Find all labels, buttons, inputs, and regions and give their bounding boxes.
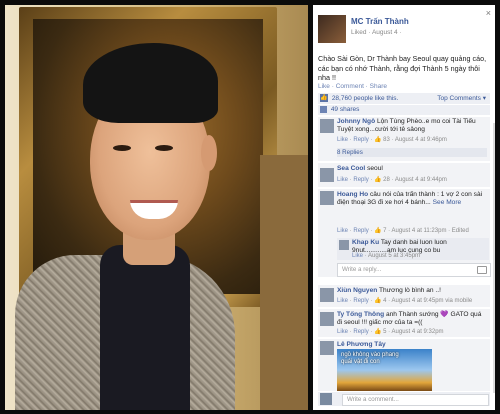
commenter-avatar[interactable] <box>320 191 334 205</box>
replier-avatar[interactable] <box>339 240 349 250</box>
comment-stats: · 👍 28 · August 4 at 9:44pm <box>370 177 447 183</box>
shares-count[interactable]: 49 shares <box>331 106 360 113</box>
thumbs-up-icon: 👍 <box>320 94 328 103</box>
comment: Hoang Ho câu nói của trấn thành : 1 vợ 2… <box>318 189 491 277</box>
poster-name[interactable]: MC Trấn Thành <box>351 17 409 26</box>
comment-input[interactable]: Write a comment... <box>342 394 489 406</box>
user-avatar <box>320 393 332 405</box>
like-link[interactable]: Like <box>337 177 348 183</box>
comment-stats: · 👍 83 · August 4 at 9:46pm <box>370 137 447 143</box>
see-more-link[interactable]: See More <box>433 199 462 206</box>
like-link[interactable]: Like <box>337 329 348 335</box>
shirt <box>100 245 190 410</box>
share-icon <box>320 105 327 113</box>
reply-link[interactable]: Reply <box>353 228 368 234</box>
comment: Sea Cool seoul Like · Reply · 👍 28 · Aug… <box>318 163 490 187</box>
commenter-name[interactable]: Hoang Ho <box>337 191 368 198</box>
comment-body: Hoang Ho câu nói của trấn thành : 1 vợ 2… <box>337 191 487 207</box>
comment-stats: · 👍 4 · August 4 at 9:45pm via mobile <box>370 298 473 304</box>
ear <box>201 135 217 171</box>
image-caption: ngồ không vào phang quái vật đi con <box>341 352 399 365</box>
poster-meta: Liked · August 4 · <box>351 29 402 36</box>
comment-meta: Like · Reply · 👍 83 · August 4 at 9:46pm <box>337 137 447 143</box>
commenter-name[interactable]: Ty Tống Thông <box>337 311 384 318</box>
replier-name[interactable]: Khap Ku <box>352 239 379 246</box>
comment-body: Sea Cool seoul <box>337 165 487 173</box>
commenter-avatar[interactable] <box>320 341 334 355</box>
comment-stats: · 👍 5 · August 4 at 9:32pm <box>370 329 444 335</box>
reply-link[interactable]: Reply <box>353 177 368 183</box>
photo <box>5 5 308 410</box>
comment-text: Thương lò bình an ..! <box>379 287 441 294</box>
post-header: MC Trấn Thành Liked · August 4 · <box>318 15 490 45</box>
comment-body: Ty Tống Thông anh Thành sướng 💜 GATO quá… <box>337 311 487 327</box>
likes-bar: 👍 28,760 people like this. Top Comments … <box>318 93 490 104</box>
comment-body: Johnny Ngô Lộn Tùng Phèo..e mo coi Tài T… <box>337 118 487 134</box>
photo-viewer: × MC Trấn Thành Liked · August 4 · Chào … <box>0 0 500 414</box>
write-comment-bar: Write a comment... <box>318 392 490 406</box>
post-actions[interactable]: Like · Comment · Share <box>318 83 387 90</box>
like-link[interactable]: Like <box>337 298 348 304</box>
scrollbar[interactable] <box>493 123 495 393</box>
comment: Lê Phương Tây ngồ không vào phang quái v… <box>318 339 490 391</box>
commenter-avatar[interactable] <box>320 288 334 302</box>
reply-link[interactable]: Reply <box>353 298 368 304</box>
like-link[interactable]: Like <box>337 228 348 234</box>
comment-meta: Like · Reply · 👍 4 · August 4 at 9:45pm … <box>337 298 473 304</box>
reply-input[interactable]: Write a reply... <box>337 263 491 277</box>
poster-avatar[interactable] <box>318 15 346 43</box>
commenter-name[interactable]: Lê Phương Tây <box>337 341 386 348</box>
left-eye <box>113 145 131 151</box>
reply: Khap Ku Tay danh bai luon luon 9nut.....… <box>337 238 489 260</box>
commenter-avatar[interactable] <box>320 312 334 326</box>
reply-placeholder: Write a reply... <box>342 266 382 273</box>
view-replies-link[interactable]: 8 Replies <box>337 148 487 157</box>
comment-image[interactable]: ngồ không vào phang quái vật đi con <box>337 349 432 391</box>
reply-stats: · August 5 at 3:45pm <box>364 253 421 259</box>
comment-body: Lê Phương Tây <box>337 341 487 349</box>
comment-stats: · 👍 7 · August 4 at 11:23pm · Edited <box>370 228 469 234</box>
reply-meta: Like · August 5 at 3:45pm <box>352 253 420 259</box>
commenter-avatar[interactable] <box>320 168 334 182</box>
comment-body: Xiùn Nguyen Thương lò bình an ..! <box>337 287 487 295</box>
comment: Xiùn Nguyen Thương lò bình an ..! Like ·… <box>318 285 490 307</box>
facebook-side-panel: × MC Trấn Thành Liked · August 4 · Chào … <box>313 5 495 410</box>
commenter-name[interactable]: Sea Cool <box>337 165 365 172</box>
reply-link[interactable]: Reply <box>353 329 368 335</box>
comment-text: seoul <box>367 165 383 172</box>
camera-icon[interactable] <box>477 266 487 274</box>
right-eye <box>155 145 173 151</box>
commenter-name[interactable]: Xiùn Nguyen <box>337 287 377 294</box>
wood-panel <box>260 155 308 410</box>
comment: Ty Tống Thông anh Thành sướng 💜 GATO quá… <box>318 309 490 337</box>
reply-link[interactable]: Reply <box>353 137 368 143</box>
status-text: Chào Sài Gòn, Dr Thành bay Seoul quay qu… <box>318 54 487 82</box>
like-link[interactable]: Like <box>352 253 363 259</box>
comment: Johnny Ngô Lộn Tùng Phèo..e mo coi Tài T… <box>318 117 490 161</box>
commenter-avatar[interactable] <box>320 119 334 133</box>
like-link[interactable]: Like <box>337 137 348 143</box>
likes-count[interactable]: 28,760 people like this. <box>332 95 399 102</box>
shares-bar: 49 shares <box>318 105 490 115</box>
comment-meta: Like · Reply · 👍 5 · August 4 at 9:32pm <box>337 329 444 335</box>
hair <box>83 43 218 123</box>
top-comments-dropdown[interactable]: Top Comments ▾ <box>437 93 486 104</box>
comment-meta: Like · Reply · 👍 28 · August 4 at 9:44pm <box>337 177 447 183</box>
comment-meta: Like · Reply · 👍 7 · August 4 at 11:23pm… <box>337 228 469 234</box>
commenter-name[interactable]: Johnny Ngô <box>337 118 375 125</box>
comment-placeholder: Write a comment... <box>347 396 399 403</box>
